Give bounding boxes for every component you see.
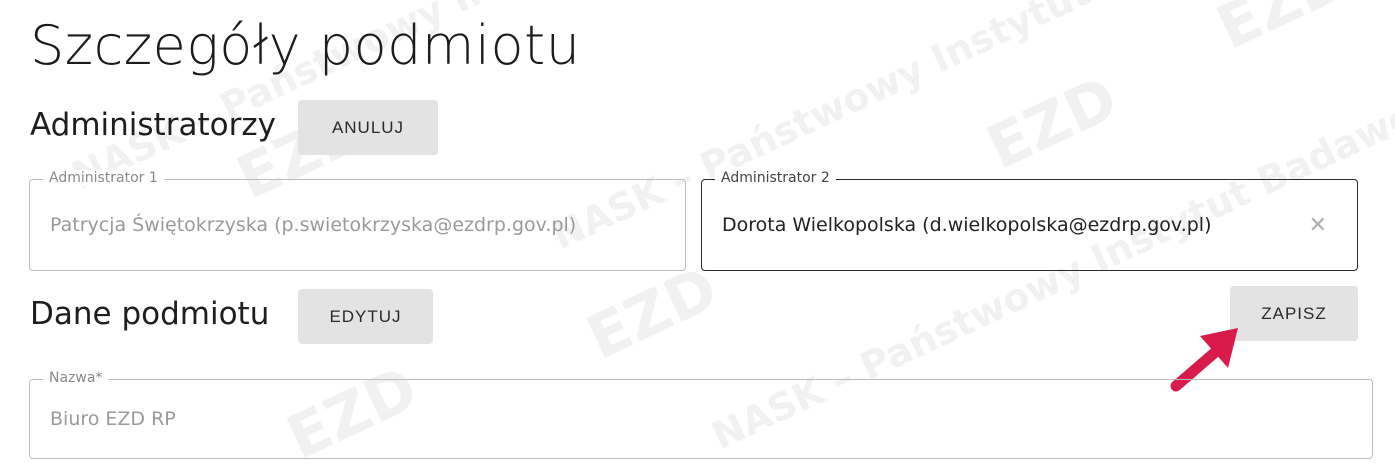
svg-text:EZD: EZD xyxy=(1207,0,1358,64)
save-button[interactable]: ZAPISZ xyxy=(1230,286,1358,341)
administrators-heading: Administratorzy xyxy=(30,107,276,143)
entity-data-heading: Dane podmiotu xyxy=(30,296,270,332)
administrator-2-field[interactable]: Administrator 2 Dorota Wielkopolska (d.w… xyxy=(701,170,1358,271)
name-field[interactable]: Nazwa* Biuro EZD RP xyxy=(29,370,1373,459)
edit-button[interactable]: EDYTUJ xyxy=(298,289,433,344)
close-icon[interactable]: ✕ xyxy=(1309,180,1327,270)
svg-text:EZD: EZD xyxy=(977,63,1128,183)
page-title: Szczegóły podmiotu xyxy=(30,14,581,77)
svg-text:EZD: EZD xyxy=(577,253,728,373)
cancel-button[interactable]: ANULUJ xyxy=(298,100,438,155)
name-value: Biuro EZD RP xyxy=(50,408,176,430)
administrator-1-value: Patrycja Świętokrzyska (p.swietokrzyska@… xyxy=(50,214,577,236)
administrator-2-value: Dorota Wielkopolska (d.wielkopolska@ezdr… xyxy=(722,214,1212,236)
administrator-1-field[interactable]: Administrator 1 Patrycja Świętokrzyska (… xyxy=(29,170,686,271)
